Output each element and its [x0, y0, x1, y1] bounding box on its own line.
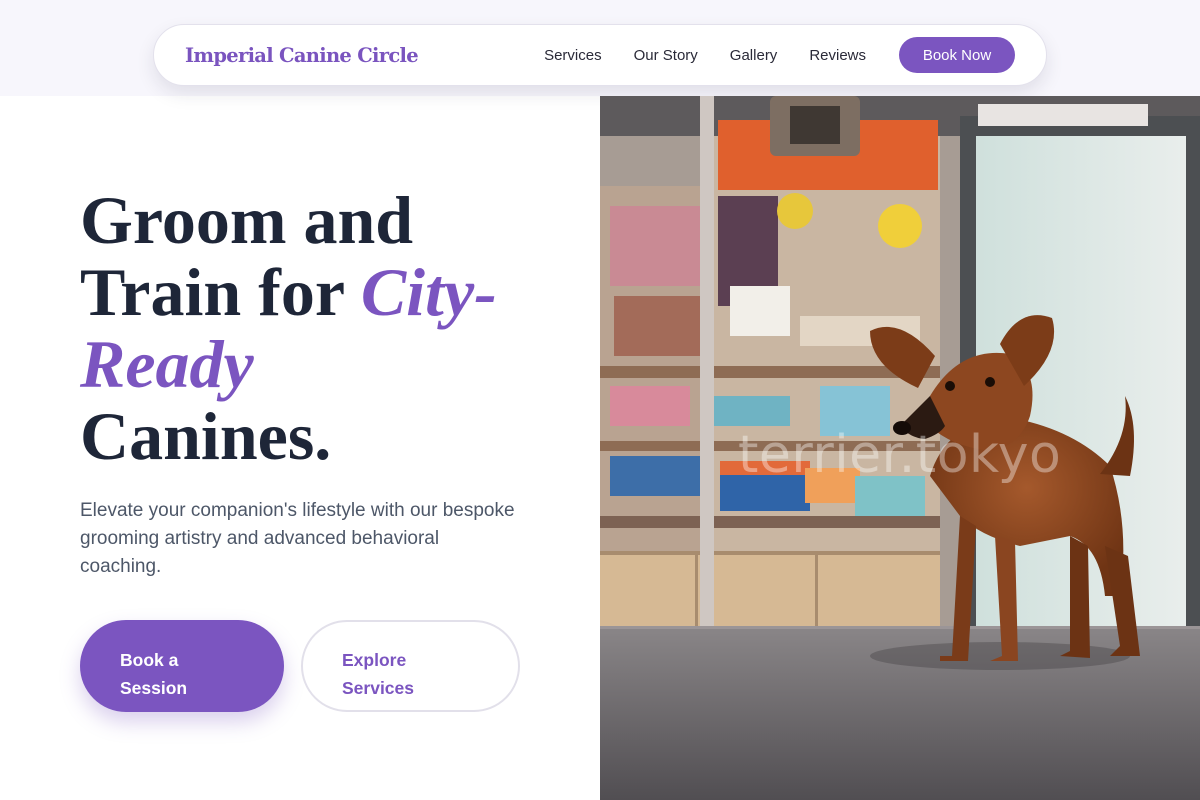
book-session-button[interactable]: Book a Session — [80, 620, 284, 712]
explore-services-button[interactable]: Explore Services — [301, 620, 520, 712]
headline-line-4: Canines. — [80, 398, 332, 474]
nav-links: Services Our Story Gallery Reviews Book … — [544, 37, 1015, 73]
headline-line-1: Groom and — [80, 182, 414, 258]
nav-link-gallery[interactable]: Gallery — [730, 47, 778, 64]
photo-watermark: terrier.tokyo — [738, 425, 1062, 485]
navbar: Imperial Canine Circle Services Our Stor… — [153, 24, 1047, 86]
brand-logo[interactable]: Imperial Canine Circle — [185, 44, 419, 67]
hero-subtitle: Elevate your companion's lifestyle with … — [80, 500, 515, 577]
nav-link-reviews[interactable]: Reviews — [809, 47, 866, 64]
hero-headline: Groom and Train for City-Ready Canines. — [80, 184, 550, 472]
nav-link-our-story[interactable]: Our Story — [634, 47, 698, 64]
nav-link-services[interactable]: Services — [544, 47, 602, 64]
headline-line-2: Train for — [80, 254, 361, 330]
book-now-button[interactable]: Book Now — [899, 37, 1015, 73]
